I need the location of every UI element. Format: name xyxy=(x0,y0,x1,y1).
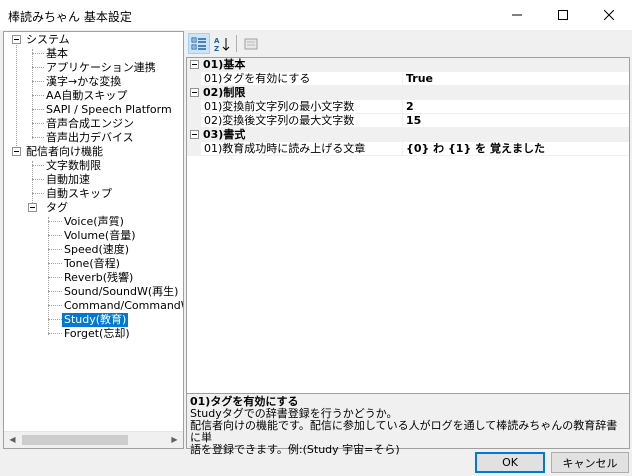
categorized-button[interactable] xyxy=(188,33,210,54)
collapse-icon[interactable] xyxy=(190,130,199,139)
property-pages-icon xyxy=(244,38,258,49)
title-bar: 棒読みちゃん 基本設定 xyxy=(0,0,632,30)
tree-node-sound[interactable]: Sound/SoundW(再生) xyxy=(64,285,178,299)
svg-text:Z: Z xyxy=(214,45,219,52)
maximize-icon xyxy=(558,10,568,20)
category-format[interactable]: 03)書式 xyxy=(187,128,629,142)
property-value[interactable]: True xyxy=(406,72,433,86)
svg-text:A: A xyxy=(214,37,220,45)
property-row-success-message[interactable]: 01)教育成功時に読み上げる文章 {0} わ {1} を 覚えました xyxy=(187,142,629,156)
categorized-icon xyxy=(191,37,206,50)
minimize-icon xyxy=(512,14,522,16)
tree-node-tone[interactable]: Tone(音程) xyxy=(64,257,120,271)
description-pane: 01)タグを有効にする Studyタグでの辞書登録を行うかどうか。 配信者向けの… xyxy=(186,393,630,456)
tree-node-app-integration[interactable]: アプリケーション連携 xyxy=(46,61,156,75)
tree-node-forget[interactable]: Forget(忘却) xyxy=(64,327,130,341)
close-button[interactable] xyxy=(586,0,632,30)
tree-node-char-limit[interactable]: 文字数制限 xyxy=(46,159,101,173)
tree-node-streamer[interactable]: 配信者向け機能 xyxy=(26,145,103,159)
property-value[interactable]: 15 xyxy=(406,114,421,128)
collapse-icon[interactable] xyxy=(28,203,37,212)
tree-node-auto-speedup[interactable]: 自動加速 xyxy=(46,173,90,187)
property-name: 02)変換後文字列の最大文字数 xyxy=(204,114,355,127)
property-grid[interactable]: 01)基本 01)タグを有効にする True 02)制限 01)変換前文字列の最… xyxy=(186,57,630,422)
scroll-right-icon[interactable]: ▶ xyxy=(166,432,183,448)
tree-node-speed[interactable]: Speed(速度) xyxy=(64,243,129,257)
scroll-left-icon[interactable]: ◀ xyxy=(4,432,21,448)
maximize-button[interactable] xyxy=(540,0,586,30)
sort-az-icon: A Z xyxy=(214,37,230,52)
tree-node-tts-engine[interactable]: 音声合成エンジン xyxy=(46,117,134,131)
tree-node-volume[interactable]: Volume(音量) xyxy=(64,229,136,243)
property-name: 01)教育成功時に読み上げる文章 xyxy=(204,142,366,155)
settings-tree[interactable]: システム 基本 アプリケーション連携 漢字→かな変換 AA自動スキップ SAPI… xyxy=(3,31,184,449)
description-line: 配信者向けの機能です。配信に参加している人がログを通して棒読みちゃんの教育辞書に… xyxy=(190,419,618,444)
property-toolbar: A Z xyxy=(186,31,630,56)
category-label: 03)書式 xyxy=(203,128,246,141)
tree-node-command[interactable]: Command/CommandW xyxy=(64,299,183,313)
tree-node-auto-skip[interactable]: 自動スキップ xyxy=(46,187,112,201)
tree-node-reverb[interactable]: Reverb(残響) xyxy=(64,271,133,285)
collapse-icon[interactable] xyxy=(190,88,199,97)
tree-node-sapi[interactable]: SAPI / Speech Platform xyxy=(46,103,172,117)
alphabetical-button[interactable]: A Z xyxy=(211,33,233,54)
ok-button[interactable]: OK xyxy=(475,452,545,473)
tree-node-tag[interactable]: タグ xyxy=(46,201,68,215)
collapse-icon[interactable] xyxy=(190,60,199,69)
category-limit[interactable]: 02)制限 xyxy=(187,86,629,100)
property-pages-button[interactable] xyxy=(240,33,262,54)
tree-node-kanji-kana[interactable]: 漢字→かな変換 xyxy=(46,75,121,89)
cancel-button[interactable]: キャンセル xyxy=(551,452,629,473)
property-name: 01)タグを有効にする xyxy=(204,72,311,85)
minimize-button[interactable] xyxy=(494,0,540,30)
tree-node-system[interactable]: システム xyxy=(26,33,70,47)
collapse-icon[interactable] xyxy=(12,147,21,156)
tree-node-voice[interactable]: Voice(声質) xyxy=(64,215,124,229)
tree-node-basic[interactable]: 基本 xyxy=(46,47,68,61)
category-label: 02)制限 xyxy=(203,86,246,99)
property-name: 01)変換前文字列の最小文字数 xyxy=(204,100,355,113)
close-icon xyxy=(604,10,614,20)
scroll-thumb[interactable] xyxy=(22,435,128,445)
property-row-enable-tag[interactable]: 01)タグを有効にする True xyxy=(187,72,629,86)
category-label: 01)基本 xyxy=(203,58,246,71)
category-basic[interactable]: 01)基本 xyxy=(187,58,629,72)
window-title: 棒読みちゃん 基本設定 xyxy=(8,10,132,24)
property-value[interactable]: {0} わ {1} を 覚えました xyxy=(406,142,545,156)
property-value[interactable]: 2 xyxy=(406,100,414,114)
property-row-min-chars[interactable]: 01)変換前文字列の最小文字数 2 xyxy=(187,100,629,114)
property-panel: A Z 01)基本 01)タグを有効にする True 02)制限 01)変換前文… xyxy=(186,31,630,456)
tree-horizontal-scrollbar[interactable]: ◀ ▶ xyxy=(4,431,183,448)
tree-node-aa-skip[interactable]: AA自動スキップ xyxy=(46,89,127,103)
tree-node-study[interactable]: Study(教育) xyxy=(62,313,129,327)
property-row-max-chars[interactable]: 02)変換後文字列の最大文字数 15 xyxy=(187,114,629,128)
tree-node-audio-device[interactable]: 音声出力デバイス xyxy=(46,131,134,145)
collapse-icon[interactable] xyxy=(12,35,21,44)
toolbar-separator xyxy=(236,35,237,52)
